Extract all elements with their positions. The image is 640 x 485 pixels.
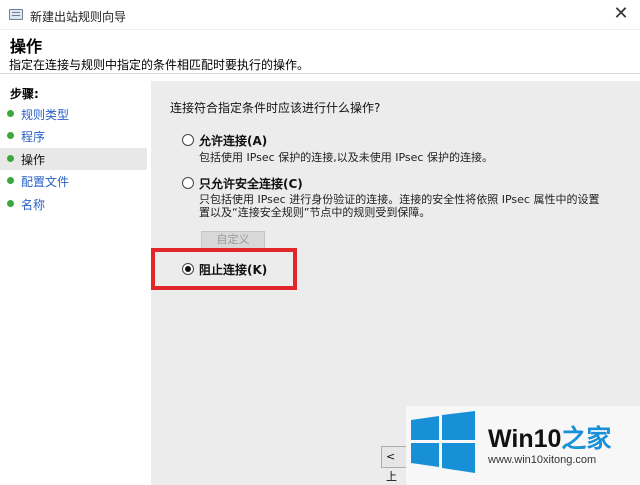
step-action[interactable]: 操作	[0, 148, 147, 170]
back-button[interactable]: < 上	[381, 446, 408, 483]
step-bullet-icon	[7, 155, 14, 162]
allow-connection-label[interactable]: 允许连接(A)	[199, 132, 267, 149]
wizard-app-icon	[9, 9, 23, 20]
highlight-annotation-box	[151, 248, 297, 290]
allow-secure-radio[interactable]	[182, 177, 194, 189]
allow-secure-desc-line2: 置以及“连接安全规则”节点中的规则受到保障。	[199, 206, 431, 219]
window-title: 新建出站规则向导	[30, 10, 127, 24]
step-bullet-icon	[7, 200, 14, 207]
step-label: 名称	[21, 198, 46, 212]
watermark-url: www.win10xitong.com	[488, 454, 597, 466]
step-label: 配置文件	[21, 175, 70, 189]
allow-connection-desc: 包括使用 IPsec 保护的连接,以及未使用 IPsec 保护的连接。	[199, 151, 493, 164]
step-program[interactable]: 程序	[0, 125, 147, 147]
step-label: 程序	[21, 130, 46, 144]
header-panel: 操作 指定在连接与规则中指定的条件相匹配时要执行的操作。	[0, 30, 640, 74]
step-label: 规则类型	[21, 108, 70, 122]
allow-connection-radio[interactable]	[182, 134, 194, 146]
allow-secure-desc-line1: 只包括使用 IPsec 进行身份验证的连接。连接的安全性将依照 IPsec 属性…	[199, 193, 600, 206]
close-button[interactable]: ✕	[610, 5, 632, 25]
step-rule-type[interactable]: 规则类型	[0, 103, 147, 125]
step-bullet-icon	[7, 177, 14, 184]
title-bar: 新建出站规则向导 ✕	[0, 0, 640, 30]
step-name[interactable]: 名称	[0, 193, 147, 215]
action-question: 连接符合指定条件时应该进行什么操作?	[170, 101, 381, 115]
page-subtitle: 指定在连接与规则中指定的条件相匹配时要执行的操作。	[9, 58, 310, 72]
steps-sidebar: 步骤: 规则类型 程序 操作 配置文件 名称	[0, 81, 151, 485]
watermark-brand-suffix: 之家	[561, 425, 612, 453]
windows-logo-icon	[411, 411, 475, 473]
watermark-brand: Win10之家	[488, 419, 611, 455]
customize-button[interactable]: 自定义	[201, 231, 265, 249]
step-label: 操作	[21, 153, 46, 167]
step-bullet-icon	[7, 110, 14, 117]
site-watermark: Win10之家 www.win10xitong.com	[406, 406, 640, 485]
watermark-brand-text: Win10	[488, 425, 562, 453]
step-profile[interactable]: 配置文件	[0, 170, 147, 192]
allow-secure-label[interactable]: 只允许安全连接(C)	[199, 175, 303, 192]
step-bullet-icon	[7, 132, 14, 139]
page-title: 操作	[10, 37, 43, 56]
steps-heading: 步骤:	[10, 87, 39, 101]
